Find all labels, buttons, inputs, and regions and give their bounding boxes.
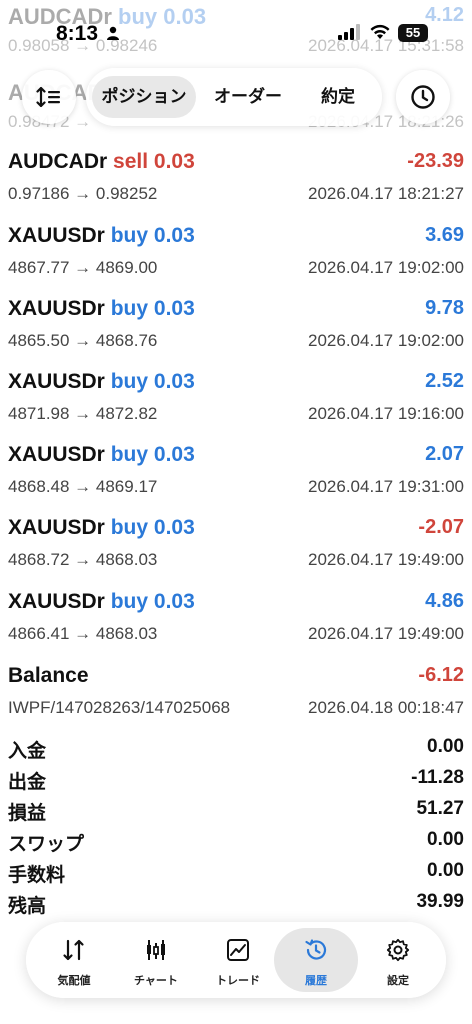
deal-date: 2026.04.17 18:21:27 bbox=[308, 184, 464, 203]
deal-prices: 4868.48 → 4869.17 bbox=[8, 477, 158, 496]
sort-icon bbox=[36, 86, 60, 108]
deal-date: 2026.04.17 19:31:00 bbox=[308, 477, 464, 496]
list-item[interactable]: XAUUSDr buy 0.03 3.69 4867.77 → 4869.00 … bbox=[0, 224, 472, 294]
deal-profit: 3.69 bbox=[425, 224, 464, 246]
deal-symbol: XAUUSDr buy 0.03 bbox=[8, 590, 195, 613]
summary-value: -11.28 bbox=[411, 767, 464, 788]
cellular-signal-icon bbox=[338, 24, 360, 40]
nav-label: チャート bbox=[134, 975, 178, 987]
status-time: 8:13 bbox=[56, 22, 99, 45]
history-tabs: ポジション オーダー 約定 bbox=[86, 68, 382, 126]
deal-symbol: XAUUSDr buy 0.03 bbox=[8, 516, 195, 539]
balance-amount: -6.12 bbox=[418, 664, 464, 686]
summary-value: 0.00 bbox=[427, 736, 464, 757]
deal-date: 2026.04.17 19:02:00 bbox=[308, 331, 464, 350]
deal-profit: 2.52 bbox=[425, 370, 464, 392]
status-bar: 8:13 55 bbox=[0, 0, 472, 60]
deal-date: 2026.04.17 19:02:00 bbox=[308, 258, 464, 277]
balance-comment: IWPF/147028263/147025068 bbox=[8, 698, 231, 717]
deal-prices: 4871.98 → 4872.82 bbox=[8, 404, 158, 423]
person-icon bbox=[107, 26, 119, 40]
summary-balance: 残高 39.99 bbox=[0, 891, 472, 921]
deal-prices: 0.97186 → 0.98252 bbox=[8, 184, 158, 203]
deal-date: 2026.04.17 19:49:00 bbox=[308, 624, 464, 643]
nav-label: 履歴 bbox=[305, 975, 327, 987]
tab-orders[interactable]: オーダー bbox=[198, 76, 298, 118]
deal-profit: 2.07 bbox=[425, 443, 464, 465]
tab-deals[interactable]: 約定 bbox=[300, 76, 376, 118]
list-item[interactable]: XAUUSDr buy 0.03 2.07 4868.48 → 4869.17 … bbox=[0, 443, 472, 513]
summary-value: 0.00 bbox=[427, 860, 464, 881]
nav-label: 気配値 bbox=[57, 975, 91, 987]
bottom-nav: 気配値 チャート トレード 履歴 設定 bbox=[26, 922, 446, 998]
tab-positions[interactable]: ポジション bbox=[92, 76, 196, 118]
nav-history[interactable]: 履歴 bbox=[274, 928, 358, 992]
deal-symbol: XAUUSDr buy 0.03 bbox=[8, 224, 195, 247]
nav-settings[interactable]: 設定 bbox=[356, 928, 440, 992]
clock-icon bbox=[411, 85, 435, 109]
summary-swap: スワップ 0.00 bbox=[0, 829, 472, 859]
deal-profit: -2.07 bbox=[418, 516, 464, 538]
list-item[interactable]: AUDCADr sell 0.03 -23.39 0.97186 → 0.982… bbox=[0, 150, 472, 220]
battery-indicator: 55 bbox=[398, 24, 428, 42]
list-item[interactable]: XAUUSDr buy 0.03 2.52 4871.98 → 4872.82 … bbox=[0, 370, 472, 440]
summary-label: 手数料 bbox=[8, 865, 66, 886]
deal-profit: 9.78 bbox=[425, 297, 464, 319]
deal-prices: 4867.77 → 4869.00 bbox=[8, 258, 158, 277]
deal-symbol: AUDCADr sell 0.03 bbox=[8, 150, 195, 173]
deal-date: 2026.04.17 19:49:00 bbox=[308, 550, 464, 569]
trade-icon bbox=[227, 939, 249, 961]
history-icon bbox=[305, 939, 327, 960]
summary-value: 39.99 bbox=[416, 891, 464, 912]
nav-trade[interactable]: トレード bbox=[196, 928, 280, 992]
summary-value: 0.00 bbox=[427, 829, 464, 850]
summary-label: 損益 bbox=[8, 803, 47, 824]
deal-prices: 4866.41 → 4868.03 bbox=[8, 624, 158, 643]
summary-commission: 手数料 0.00 bbox=[0, 860, 472, 890]
list-item[interactable]: XAUUSDr buy 0.03 -2.07 4868.72 → 4868.03… bbox=[0, 516, 472, 586]
settings-icon bbox=[386, 938, 410, 962]
summary-profit: 損益 51.27 bbox=[0, 798, 472, 828]
sort-button[interactable] bbox=[22, 70, 76, 124]
deal-profit: -23.39 bbox=[407, 150, 464, 172]
deal-symbol: XAUUSDr buy 0.03 bbox=[8, 443, 195, 466]
list-item[interactable]: XAUUSDr buy 0.03 4.86 4866.41 → 4868.03 … bbox=[0, 590, 472, 660]
nav-label: 設定 bbox=[387, 975, 409, 987]
nav-quotes[interactable]: 気配値 bbox=[32, 928, 116, 992]
summary-deposit: 入金 0.00 bbox=[0, 736, 472, 766]
quotes-icon bbox=[63, 939, 84, 961]
summary-label: スワップ bbox=[8, 834, 85, 855]
summary-label: 残高 bbox=[8, 896, 47, 917]
summary-label: 入金 bbox=[8, 741, 47, 762]
deal-profit: 4.86 bbox=[425, 590, 464, 612]
nav-label: トレード bbox=[216, 975, 260, 987]
history-toolbar: ポジション オーダー 約定 bbox=[12, 66, 458, 128]
balance-item[interactable]: Balance -6.12 IWPF/147028263/147025068 2… bbox=[0, 664, 472, 734]
deal-prices: 4868.72 → 4868.03 bbox=[8, 550, 158, 569]
summary-label: 出金 bbox=[8, 772, 47, 793]
summary-withdrawal: 出金 -11.28 bbox=[0, 767, 472, 797]
nav-chart[interactable]: チャート bbox=[114, 928, 198, 992]
list-item[interactable]: XAUUSDr buy 0.03 9.78 4865.50 → 4868.76 … bbox=[0, 297, 472, 367]
deal-date: 2026.04.17 19:16:00 bbox=[308, 404, 464, 423]
period-button[interactable] bbox=[396, 70, 450, 124]
deal-symbol: XAUUSDr buy 0.03 bbox=[8, 297, 195, 320]
wifi-icon bbox=[370, 24, 390, 39]
balance-date: 2026.04.18 00:18:47 bbox=[308, 698, 464, 717]
chart-icon bbox=[147, 940, 165, 960]
deal-symbol: XAUUSDr buy 0.03 bbox=[8, 370, 195, 393]
deal-prices: 4865.50 → 4868.76 bbox=[8, 331, 158, 350]
summary-value: 51.27 bbox=[416, 798, 464, 819]
balance-label: Balance bbox=[8, 664, 89, 687]
